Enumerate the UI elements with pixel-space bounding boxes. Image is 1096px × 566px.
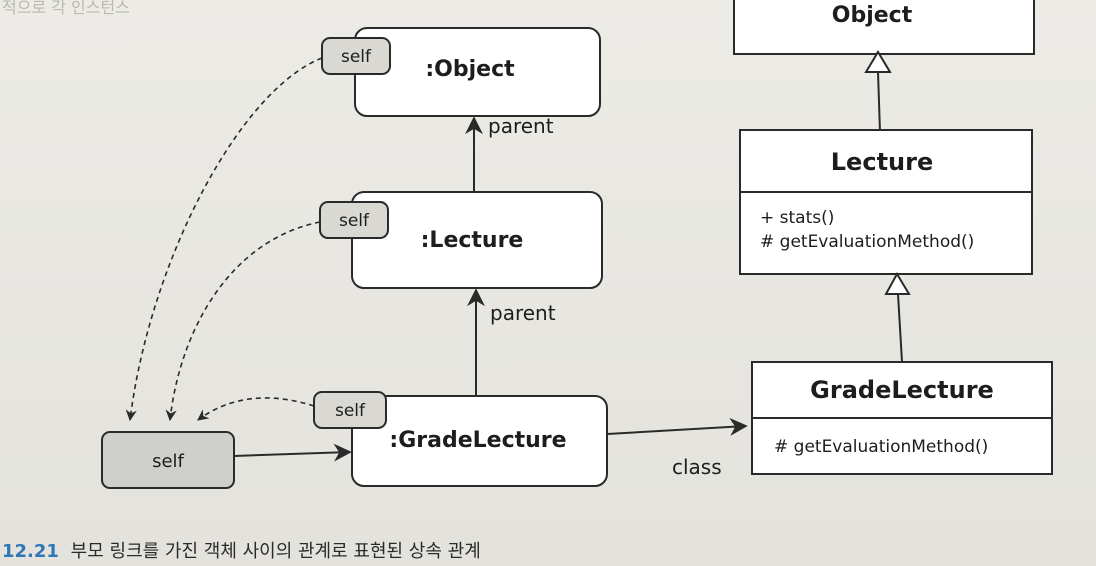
class-lecture-method: + stats() [760,208,834,228]
figure-caption-text: 부모 링크를 가진 객체 사이의 관계로 표현된 상속 관계 [71,541,481,562]
self-link-object [125,57,323,422]
figure-caption: 12.21 부모 링크를 가진 객체 사이의 관계로 표현된 상속 관계 [2,541,481,562]
class-object: Object [733,0,1035,55]
self-link-lecture [165,221,321,422]
lecture-instance: :Lecture self [319,191,603,289]
object-instance: :Object self [321,27,601,117]
object-self-tab-label: self [341,47,372,67]
class-grade-lecture-name: GradeLecture [810,376,994,404]
parent-label-lower: parent [490,301,556,325]
self-to-grade-lecture-arrow [233,443,352,462]
class-object-name: Object [832,3,913,28]
class-lecture-name: Lecture [831,148,933,176]
parent-label-upper: parent [488,114,554,138]
grade-lecture-instance-label: :GradeLecture [389,428,566,453]
self-reference-label: self [152,451,184,472]
grade-lecture-self-tab-label: self [335,401,366,421]
class-arrow [606,417,748,436]
figure-caption-number: 12.21 [2,541,59,562]
generalization-lecture-object [877,71,881,133]
class-label: class [672,455,722,479]
class-lecture-method: # getEvaluationMethod() [760,232,974,252]
self-reference: self [101,431,235,489]
class-grade-lecture-method: # getEvaluationMethod() [774,437,988,457]
grade-lecture-instance: :GradeLecture self [313,391,608,487]
class-grade-lecture: GradeLecture # getEvaluationMethod() [751,361,1053,475]
class-lecture: Lecture + stats() # getEvaluationMethod(… [739,129,1033,275]
header-fragment: 적으로 각 인스턴스 [2,0,130,17]
generalization-grade-lecture-lecture [897,293,903,363]
object-instance-label: :Object [425,57,515,82]
lecture-self-tab-label: self [339,211,370,231]
lecture-instance-label: :Lecture [421,228,524,253]
inheritance-diagram: 적으로 각 인스턴스 :Object self :Lecture self :G… [2,0,1053,562]
self-link-grade-lecture [197,397,315,421]
generalization-triangle-lecture [884,271,911,295]
